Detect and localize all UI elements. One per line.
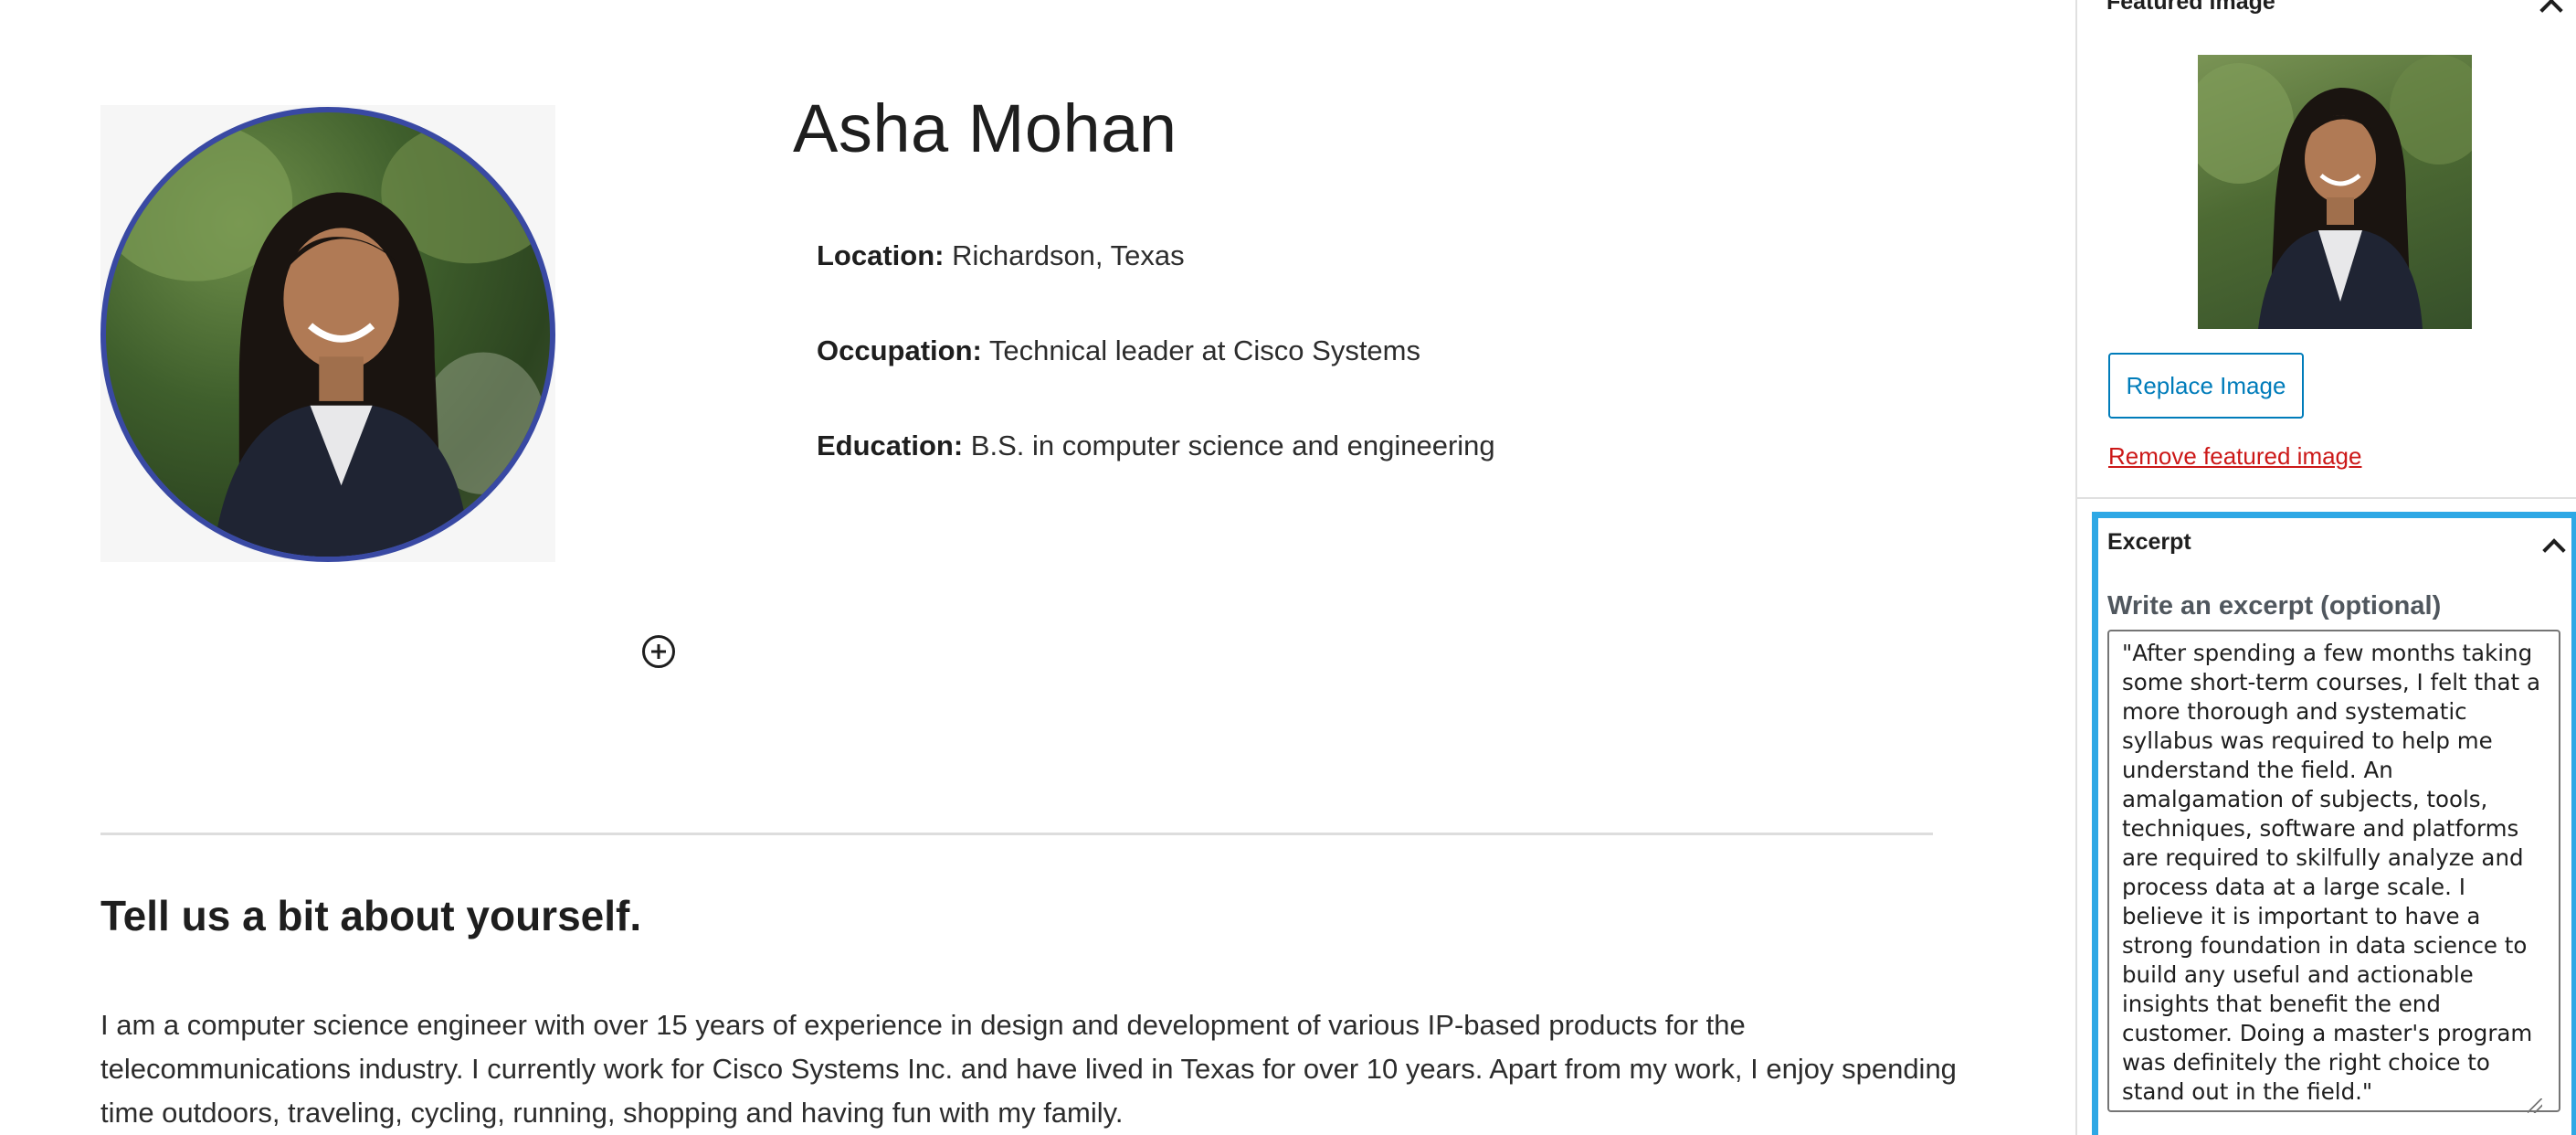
excerpt-panel-toggle[interactable]: Excerpt [2107, 529, 2191, 556]
occupation-label: Occupation: [817, 334, 982, 366]
chevron-up-icon[interactable] [2539, 0, 2563, 22]
education-value: B.S. in computer science and engineering [970, 430, 1495, 461]
featured-image-panel-toggle[interactable]: Featured image [2106, 0, 2275, 16]
settings-sidebar: Featured image Replace Image Remove feat… [2075, 0, 2576, 1135]
add-block-icon[interactable] [642, 635, 675, 668]
about-heading[interactable]: Tell us a bit about yourself. [100, 891, 641, 940]
thumbnail-illustration [2198, 55, 2472, 329]
profile-photo-circle [100, 107, 555, 562]
portrait-illustration [106, 121, 550, 557]
location-line[interactable]: Location: Richardson, Texas [817, 239, 1185, 272]
excerpt-textarea[interactable]: "After spending a few months taking some… [2107, 630, 2560, 1112]
excerpt-panel: Excerpt Write an excerpt (optional) "Aft… [2092, 512, 2576, 1135]
location-value: Richardson, Texas [952, 239, 1185, 271]
profile-name[interactable]: Asha Mohan [793, 90, 1177, 167]
replace-image-button[interactable]: Replace Image [2108, 353, 2304, 419]
education-line[interactable]: Education: B.S. in computer science and … [817, 430, 1495, 462]
separator [100, 833, 1933, 835]
occupation-line[interactable]: Occupation: Technical leader at Cisco Sy… [817, 334, 1420, 367]
education-label: Education: [817, 430, 964, 461]
chevron-up-icon[interactable] [2542, 538, 2566, 562]
profile-photo[interactable] [100, 105, 555, 562]
resize-handle-icon[interactable] [2528, 1098, 2542, 1113]
about-paragraph[interactable]: I am a computer science engineer with ov… [100, 1003, 1964, 1135]
remove-featured-image-link[interactable]: Remove featured image [2108, 442, 2361, 471]
occupation-value: Technical leader at Cisco Systems [988, 334, 1420, 366]
editor-canvas: Asha Mohan Location: Richardson, Texas O… [0, 0, 2075, 1135]
featured-image-thumbnail[interactable] [2198, 55, 2472, 329]
location-label: Location: [817, 239, 945, 271]
excerpt-field-label: Write an excerpt (optional) [2107, 591, 2442, 621]
panel-divider [2077, 497, 2576, 499]
